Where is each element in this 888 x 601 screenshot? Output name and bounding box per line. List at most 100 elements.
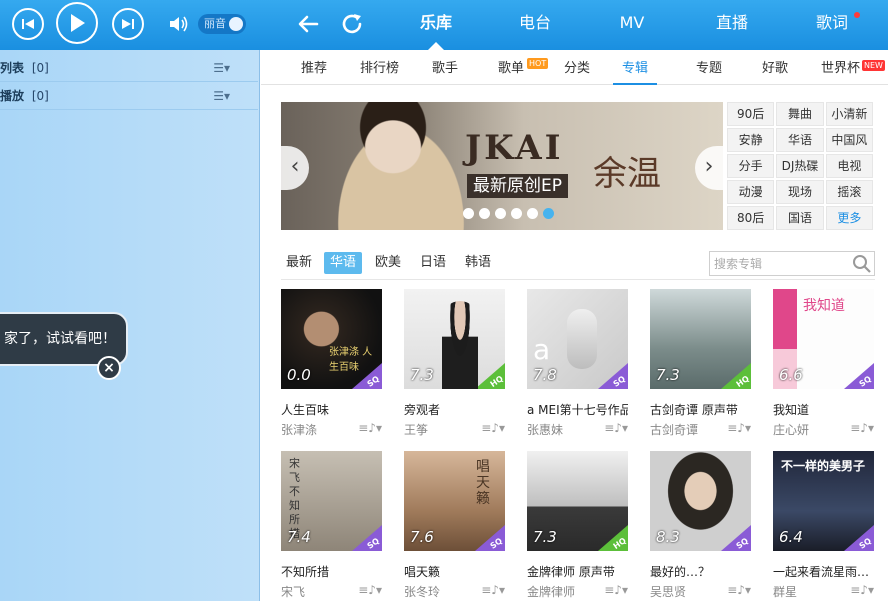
album-artist[interactable]: 群星 (773, 583, 843, 600)
add-to-playlist-icon[interactable]: ≡♪▾ (358, 421, 382, 435)
add-to-playlist-icon[interactable]: ≡♪▾ (850, 583, 874, 597)
banner-dot[interactable] (479, 208, 490, 219)
album-cover[interactable]: 7.3 HQ (650, 289, 751, 389)
add-to-playlist-icon[interactable]: ≡♪▾ (604, 583, 628, 597)
subtab-good-songs[interactable]: 好歌 (762, 50, 788, 85)
genre-tag[interactable]: 90后 (727, 102, 775, 126)
album-title[interactable]: 我知道 (773, 401, 874, 418)
add-to-playlist-icon[interactable]: ≡♪▾ (727, 421, 751, 435)
tab-radio[interactable]: 电台 (513, 0, 557, 50)
genre-tag[interactable]: 小清新 (825, 102, 873, 126)
refresh-icon[interactable] (340, 12, 364, 36)
album-cover[interactable]: 宋飞 不知所措 7.4 SQ (281, 451, 382, 551)
album-title[interactable]: 最好的…？ (650, 563, 751, 580)
subtab-charts[interactable]: 排行榜 (360, 50, 399, 85)
genre-tag[interactable]: 动漫 (727, 180, 775, 204)
search-icon[interactable] (852, 254, 872, 274)
subtab-categories[interactable]: 分类 (564, 50, 590, 85)
tab-lyrics[interactable]: 歌词 (810, 0, 860, 50)
album-artist[interactable]: 王筝 (404, 421, 474, 438)
add-to-playlist-icon[interactable]: ≡♪▾ (481, 583, 505, 597)
subtab-playlists[interactable]: 歌单 (498, 50, 524, 85)
album-artist[interactable]: 张冬玲 (404, 583, 474, 600)
genre-tag[interactable]: 国语 (776, 206, 824, 230)
album-cover[interactable]: 7.3 HQ (404, 289, 505, 389)
next-track-button[interactable] (112, 8, 144, 40)
banner-dot[interactable] (511, 208, 522, 219)
add-to-playlist-icon[interactable]: ≡♪▾ (604, 421, 628, 435)
album-artist[interactable]: 古剑奇谭 (650, 421, 720, 438)
genre-tag[interactable]: 现场 (776, 180, 824, 204)
row-menu-icon[interactable]: ☰▾ (213, 82, 230, 110)
genre-tag[interactable]: 舞曲 (776, 102, 824, 126)
genre-more-link[interactable]: 更多 (825, 206, 873, 230)
album-title[interactable]: 一起来看流星雨… (773, 563, 874, 580)
close-icon[interactable]: × (97, 356, 121, 380)
album-cover[interactable]: 7.3 HQ (527, 451, 628, 551)
tab-live[interactable]: 直播 (710, 0, 754, 50)
album-artist[interactable]: 张津涤 (281, 421, 351, 438)
subtab-topics[interactable]: 专题 (696, 50, 722, 85)
banner-next-button[interactable]: › (695, 146, 723, 190)
album-search-input[interactable] (714, 254, 850, 273)
album-artist[interactable]: 张惠妹 (527, 421, 597, 438)
album-title[interactable]: 唱天籁 (404, 563, 505, 580)
album-title[interactable]: 旁观者 (404, 401, 505, 418)
album-cover[interactable]: 8.3 SQ (650, 451, 751, 551)
album-title[interactable]: 古剑奇谭 原声带 (650, 401, 751, 418)
album-cover[interactable]: a 7.8 SQ (527, 289, 628, 389)
album-title[interactable]: 金牌律师 原声带 (527, 563, 628, 580)
add-to-playlist-icon[interactable]: ≡♪▾ (358, 583, 382, 597)
album-cover[interactable]: 0.0 张津涤 人生百味 SQ (281, 289, 382, 389)
filter-latest[interactable]: 最新 (286, 252, 312, 274)
album-title[interactable]: 不知所措 (281, 563, 382, 580)
album-cover[interactable]: 不一样的美男子 6.4 SQ (773, 451, 874, 551)
add-to-playlist-icon[interactable]: ≡♪▾ (850, 421, 874, 435)
album-cover[interactable]: 唱天籁 7.6 SQ (404, 451, 505, 551)
genre-tag[interactable]: 80后 (727, 206, 775, 230)
subtab-world-cup[interactable]: 世界杯 (821, 50, 860, 85)
filter-japanese[interactable]: 日语 (420, 252, 446, 274)
subtab-albums[interactable]: 专辑 (613, 50, 657, 85)
cover-text: 我知道 (803, 298, 845, 314)
genre-tag[interactable]: 分手 (727, 154, 775, 178)
album-artist[interactable]: 金牌律师 (527, 583, 597, 600)
album-title[interactable]: a MEI第十七号作品 (527, 401, 628, 418)
banner-dot[interactable] (527, 208, 538, 219)
tab-mv[interactable]: MV (612, 0, 652, 50)
add-to-playlist-icon[interactable]: ≡♪▾ (481, 421, 505, 435)
genre-tag[interactable]: 摇滚 (825, 180, 873, 204)
banner-dot[interactable] (495, 208, 506, 219)
genre-tag[interactable]: 中国风 (825, 128, 873, 152)
subtab-singers[interactable]: 歌手 (432, 50, 458, 85)
album-artist[interactable]: 宋飞 (281, 583, 351, 600)
volume-icon[interactable] (168, 14, 190, 34)
recent-play-row[interactable]: 播放 [0] ☰▾ (0, 82, 258, 110)
banner-prev-button[interactable]: ‹ (281, 146, 309, 190)
genre-tag[interactable]: 安静 (727, 128, 775, 152)
filter-korean[interactable]: 韩语 (465, 252, 491, 274)
tab-library[interactable]: 乐库 (414, 0, 458, 50)
promo-banner[interactable]: JKAI 最新原创EP 余温 ‹ › (281, 102, 723, 230)
banner-album-name: 余温 (593, 154, 661, 194)
back-arrow-icon[interactable] (296, 12, 320, 36)
album-artist[interactable]: 庄心妍 (773, 421, 843, 438)
banner-dot-active[interactable] (543, 208, 554, 219)
playlist-row[interactable]: 列表 [0] ☰▾ (0, 54, 258, 82)
genre-tag[interactable]: 电视 (825, 154, 873, 178)
album-artist[interactable]: 吴思贤 (650, 583, 720, 600)
banner-dot[interactable] (463, 208, 474, 219)
filter-western[interactable]: 欧美 (375, 252, 401, 274)
filter-chinese[interactable]: 华语 (324, 252, 363, 274)
album-cover[interactable]: 我知道 6.6 SQ (773, 289, 874, 389)
album-title[interactable]: 人生百味 (281, 401, 382, 418)
genre-tag[interactable]: DJ热碟 (776, 154, 824, 178)
subtab-recommend[interactable]: 推荐 (301, 50, 327, 85)
play-button[interactable] (56, 2, 98, 44)
prev-track-button[interactable] (12, 8, 44, 40)
genre-tag[interactable]: 华语 (776, 128, 824, 152)
sound-mode-toggle[interactable]: 丽音 (198, 14, 246, 34)
subtab-label: 排行榜 (360, 61, 400, 76)
add-to-playlist-icon[interactable]: ≡♪▾ (727, 583, 751, 597)
row-menu-icon[interactable]: ☰▾ (213, 54, 230, 82)
